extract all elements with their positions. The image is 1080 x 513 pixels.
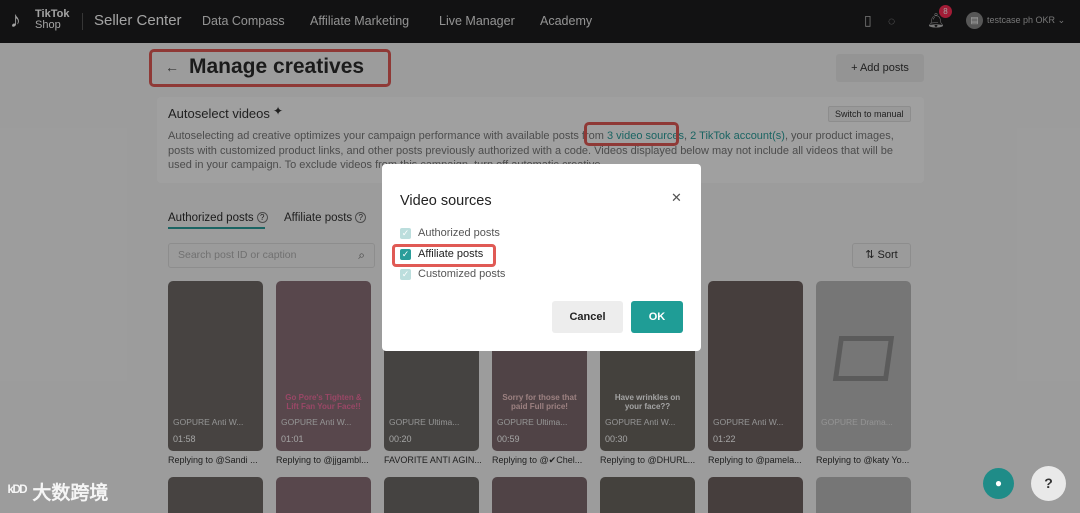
option-authorized-posts[interactable]: ✓ Authorized posts	[400, 227, 500, 239]
help-fab-icon[interactable]: ?	[1031, 466, 1066, 501]
cancel-button[interactable]: Cancel	[552, 301, 623, 333]
modal-title: Video sources	[400, 193, 492, 209]
option-label: Customized posts	[418, 268, 506, 280]
option-label: Authorized posts	[418, 227, 500, 239]
watermark-text: 大数跨境	[32, 483, 109, 504]
checkbox-checked-disabled-icon: ✓	[400, 268, 411, 280]
checkbox-checked-disabled-icon: ✓	[400, 227, 411, 239]
close-icon[interactable]: ✕	[671, 190, 682, 206]
affiliate-highlight-box	[392, 244, 496, 267]
chat-icon[interactable]: ●	[983, 468, 1014, 499]
watermark: ᵏᴰᴰ 大数跨境	[8, 478, 108, 505]
ok-button[interactable]: OK	[631, 301, 683, 333]
video-sources-modal: Video sources ✕ ✓ Authorized posts ✓ Aff…	[382, 164, 701, 351]
watermark-logo: ᵏᴰᴰ	[8, 481, 27, 501]
option-customized-posts[interactable]: ✓ Customized posts	[400, 268, 505, 280]
